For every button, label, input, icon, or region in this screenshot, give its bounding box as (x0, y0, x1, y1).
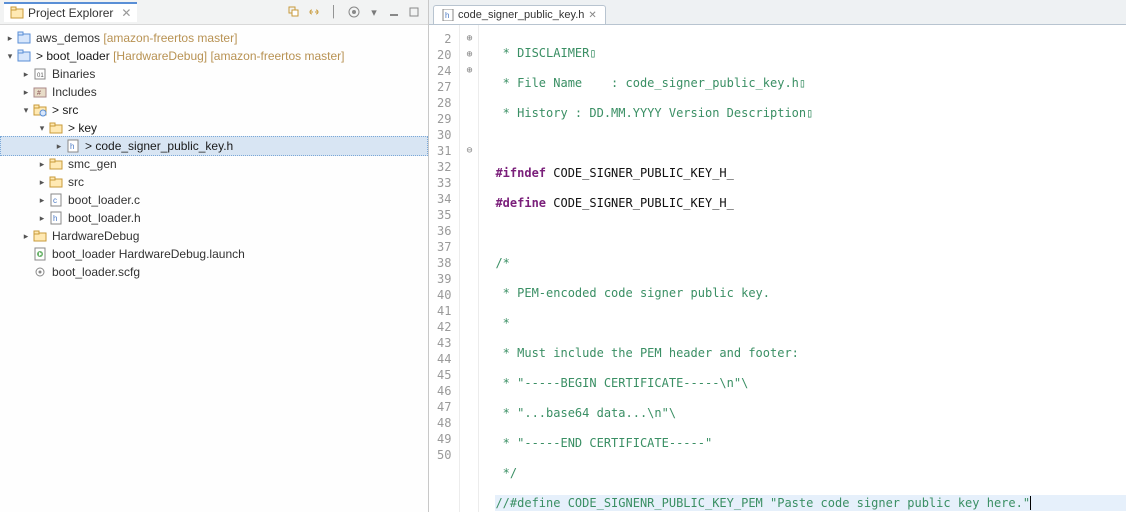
launch-config-icon (32, 246, 48, 262)
editor-tab-code-signer[interactable]: h code_signer_public_key.h ✕ (433, 5, 606, 24)
expand-icon[interactable]: ▸ (36, 191, 48, 209)
project-icon (16, 48, 32, 64)
close-icon[interactable]: ✕ (588, 10, 596, 21)
svg-text:#: # (37, 90, 41, 97)
project-explorer-view: Project Explorer ✕ │ ▾ ▸ aws_demos [amaz… (0, 0, 429, 512)
tree-boot-loader-c[interactable]: ▸ c boot_loader.c (0, 191, 428, 209)
navigator-icon (10, 6, 24, 20)
expand-icon[interactable]: ▸ (20, 227, 32, 245)
editor-area: h code_signer_public_key.h ✕ 22024272829… (429, 0, 1126, 512)
svg-text:h: h (70, 142, 74, 151)
tree-label: boot_loader.scfg (52, 263, 146, 281)
folder-icon (48, 174, 64, 190)
maximize-icon[interactable] (406, 4, 422, 20)
code-editor[interactable]: 2202427282930313233343536373839404142434… (429, 25, 1126, 512)
expand-icon[interactable]: ▸ (53, 137, 65, 155)
tree-label: boot_loader.c (68, 191, 146, 209)
project-tree[interactable]: ▸ aws_demos [amazon-freertos master] ▾ >… (0, 25, 428, 512)
config-file-icon (32, 264, 48, 280)
explorer-header: Project Explorer ✕ │ ▾ (0, 0, 428, 25)
tree-boot-loader-h[interactable]: ▸ h boot_loader.h (0, 209, 428, 227)
expand-icon[interactable]: ▸ (36, 209, 48, 227)
tree-label: > src (52, 101, 84, 119)
separator-icon: │ (326, 4, 342, 20)
tree-label: boot_loader HardwareDebug.launch (52, 245, 251, 263)
folder-icon (32, 228, 48, 244)
explorer-title-tab[interactable]: Project Explorer ✕ (4, 2, 137, 22)
link-editor-icon[interactable] (306, 4, 322, 20)
tree-launch-config[interactable]: boot_loader HardwareDebug.launch (0, 245, 428, 263)
header-file-icon: h (48, 210, 64, 226)
tree-src2[interactable]: ▸ src (0, 173, 428, 191)
project-icon (16, 30, 32, 46)
collapse-all-icon[interactable] (286, 4, 302, 20)
svg-text:01: 01 (37, 73, 44, 79)
expand-icon[interactable]: ▸ (20, 65, 32, 83)
focus-icon[interactable] (346, 4, 362, 20)
tree-label: smc_gen (68, 155, 123, 173)
tree-src[interactable]: ▾ > src (0, 101, 428, 119)
view-menu-icon[interactable]: ▾ (366, 4, 382, 20)
tree-label: HardwareDebug (52, 227, 145, 245)
minimize-icon[interactable] (386, 4, 402, 20)
tree-smc-gen[interactable]: ▸ smc_gen (0, 155, 428, 173)
tree-includes[interactable]: ▸ # Includes (0, 83, 428, 101)
close-icon[interactable]: ✕ (121, 6, 131, 20)
binaries-icon: 01 (32, 66, 48, 82)
svg-text:h: h (445, 11, 449, 20)
tree-label: boot_loader.h (68, 209, 147, 227)
collapse-icon[interactable]: ▾ (20, 101, 32, 119)
tree-label: > code_signer_public_key.h (85, 137, 239, 155)
code-content[interactable]: * DISCLAIMER▯ * File Name : code_signer_… (479, 25, 1126, 512)
line-number-gutter: 2202427282930313233343536373839404142434… (429, 25, 460, 512)
folder-icon (48, 156, 64, 172)
editor-tabbar: h code_signer_public_key.h ✕ (429, 0, 1126, 25)
svg-text:h: h (53, 214, 57, 223)
expand-icon[interactable]: ▸ (36, 155, 48, 173)
tree-code-signer-public-key-h[interactable]: ▸ h > code_signer_public_key.h (0, 136, 428, 156)
header-file-icon: h (442, 9, 454, 21)
expand-icon[interactable]: ▸ (4, 29, 16, 47)
tree-label: > key (68, 119, 103, 137)
tree-label: src (68, 173, 90, 191)
tree-project-aws-demos[interactable]: ▸ aws_demos [amazon-freertos master] (0, 29, 428, 47)
editor-tab-label: code_signer_public_key.h (458, 9, 584, 21)
collapse-icon[interactable]: ▾ (4, 47, 16, 65)
tree-key[interactable]: ▾ > key (0, 119, 428, 137)
svg-text:c: c (53, 196, 57, 205)
expand-icon[interactable]: ▸ (36, 173, 48, 191)
tree-label: Includes (52, 83, 103, 101)
header-file-icon: h (65, 138, 81, 154)
tree-label: Binaries (52, 65, 101, 83)
tree-qualifier: [HardwareDebug] [amazon-freertos master] (113, 49, 344, 63)
tree-hardware-debug[interactable]: ▸ HardwareDebug (0, 227, 428, 245)
tree-label: > boot_loader (36, 49, 110, 63)
collapse-icon[interactable]: ▾ (36, 119, 48, 137)
folder-icon (48, 120, 64, 136)
includes-icon: # (32, 84, 48, 100)
expand-icon[interactable]: ▸ (20, 83, 32, 101)
tree-qualifier: [amazon-freertos master] (103, 31, 237, 45)
fold-gutter[interactable]: ⊕⊕⊕⊖ (460, 25, 479, 512)
c-file-icon: c (48, 192, 64, 208)
explorer-title-text: Project Explorer (28, 6, 113, 20)
tree-binaries[interactable]: ▸ 01 Binaries (0, 65, 428, 83)
tree-scfg[interactable]: boot_loader.scfg (0, 263, 428, 281)
tree-project-boot-loader[interactable]: ▾ > boot_loader [HardwareDebug] [amazon-… (0, 47, 428, 65)
tree-label: aws_demos (36, 31, 100, 45)
source-folder-icon (32, 102, 48, 118)
